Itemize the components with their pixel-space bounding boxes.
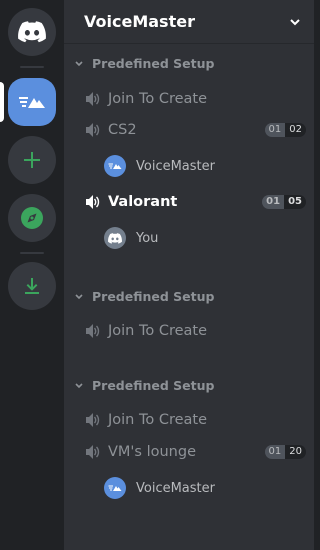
explore-compass-icon [21,207,43,229]
user-name: VoiceMaster [136,158,215,174]
category-name: Predefined Setup [92,289,215,304]
discord-logo-icon [18,21,46,43]
category-header[interactable]: Predefined Setup [74,378,214,393]
add-server-icon [24,152,40,168]
channel-panel: VoiceMaster Predefined Setup Join To Cre… [64,0,314,550]
voice-channel[interactable]: VM's lounge 01 20 [84,439,306,465]
voice-user[interactable]: VoiceMaster [104,475,215,501]
voicemaster-server-button[interactable] [8,78,56,126]
speaker-icon [86,413,100,427]
user-limit-badge: 01 02 [264,123,306,137]
chevron-down-icon [75,60,83,66]
voice-channel[interactable]: Join To Create [84,318,306,344]
discord-window: VoiceMaster Predefined Setup Join To Cre… [0,0,314,550]
category-header[interactable]: Predefined Setup [74,56,214,71]
download-icon [25,278,39,294]
voice-user[interactable]: VoiceMaster [104,153,215,179]
user-limit: 05 [284,195,306,209]
speaker-icon [86,445,100,459]
avatar [104,477,126,499]
voice-user[interactable]: You [104,225,158,251]
chevron-down-icon [75,382,83,388]
home-button[interactable] [8,8,56,56]
user-count: 01 [262,195,285,209]
speaker-icon [86,92,100,106]
user-limit-badge: 01 20 [264,445,306,459]
channel-name: Valorant [108,194,178,210]
user-count: 01 [264,445,286,459]
user-count: 01 [264,123,286,137]
rail-separator [20,66,44,68]
avatar [104,155,126,177]
avatar [104,227,126,249]
chevron-down-icon[interactable] [288,15,302,29]
server-header[interactable]: VoiceMaster [64,0,314,44]
user-name: VoiceMaster [136,480,215,496]
category-header[interactable]: Predefined Setup [74,289,214,304]
channel-name: VM's lounge [108,444,196,460]
server-name: VoiceMaster [84,12,195,31]
voice-channel[interactable]: Join To Create [84,407,306,433]
voice-channel[interactable]: CS2 01 02 [84,117,306,143]
category-name: Predefined Setup [92,378,215,393]
speaker-icon [86,324,100,338]
discord-avatar-icon [108,232,122,244]
channel-name: Join To Create [108,412,208,428]
voice-channel[interactable]: Valorant 01 05 [84,189,306,215]
rail-separator [20,252,44,254]
user-limit-badge: 01 05 [262,195,306,209]
voicemaster-avatar-icon [108,485,122,491]
speaker-icon [86,123,100,137]
channel-name: CS2 [108,122,137,138]
explore-servers-button[interactable] [8,194,56,242]
channel-name: Join To Create [108,91,208,107]
active-server-indicator [0,82,4,122]
user-limit: 20 [285,445,306,459]
chevron-down-icon [75,293,83,299]
user-limit: 02 [285,123,306,137]
voice-channel[interactable]: Join To Create [84,86,306,112]
add-server-button[interactable] [8,136,56,184]
user-name: You [136,230,159,246]
category-name: Predefined Setup [92,56,215,71]
server-rail [0,0,64,550]
channel-name: Join To Create [108,323,208,339]
voicemaster-server-icon [19,97,45,108]
voicemaster-avatar-icon [108,163,122,169]
speaker-icon [86,195,100,209]
download-apps-button[interactable] [8,262,56,310]
